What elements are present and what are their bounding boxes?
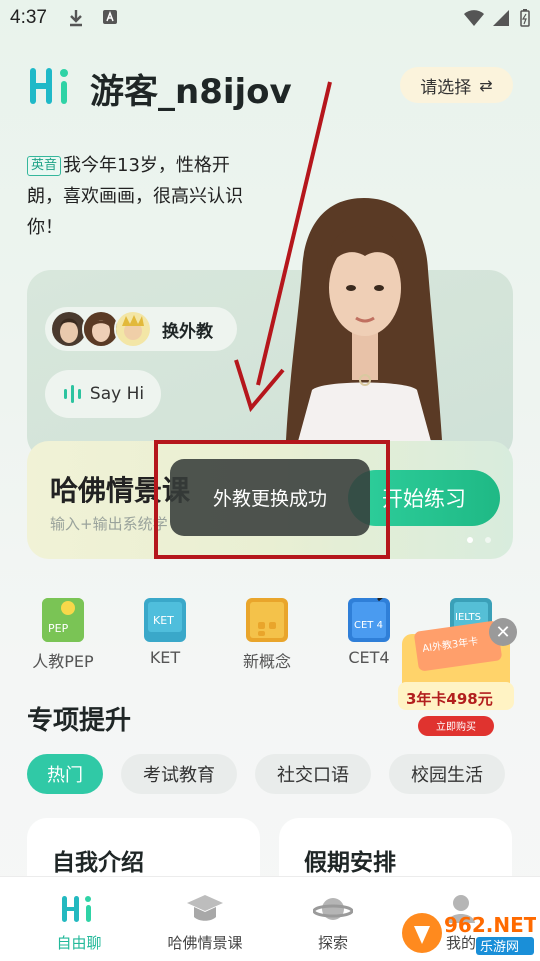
close-icon[interactable]: ✕	[489, 618, 517, 646]
select-teacher-button[interactable]: 请选择 ⇄	[400, 67, 513, 103]
svg-text:CET 4: CET 4	[354, 620, 383, 631]
switch-teacher-button[interactable]: 换外教	[45, 307, 237, 351]
page-dot-active	[467, 537, 473, 543]
nav-free-chat[interactable]: 自由聊	[24, 892, 134, 953]
course-new-concept[interactable]: 新概念	[227, 598, 307, 672]
avatar	[114, 310, 152, 348]
promo-buy-button[interactable]: 立即购买	[420, 718, 492, 733]
app-notification-icon	[102, 9, 120, 27]
switch-teacher-label: 换外教	[162, 321, 213, 342]
user-name: 游客_n8ijov	[90, 72, 292, 112]
status-time: 4:37	[10, 7, 47, 28]
chip-exam[interactable]: 考试教育	[121, 754, 237, 794]
svg-text:KET: KET	[153, 614, 174, 627]
course-label: 人教PEP	[32, 652, 94, 671]
teacher-portrait	[282, 190, 447, 445]
hi-icon	[24, 892, 134, 926]
course-ket[interactable]: KET KET	[125, 598, 205, 667]
topic-title: 自我介绍	[52, 850, 144, 876]
chip-hot[interactable]: 热门	[27, 754, 103, 794]
status-bar: 4:37	[0, 0, 540, 36]
svg-text:乐游网: 乐游网	[480, 940, 519, 955]
nav-label: 探索	[317, 934, 348, 952]
say-hi-button[interactable]: Say Hi	[45, 370, 161, 418]
chip-campus[interactable]: 校园生活	[389, 754, 505, 794]
page-dot	[485, 537, 491, 543]
signal-icon	[492, 9, 510, 27]
swap-icon: ⇄	[479, 75, 493, 95]
watermark-logo: 962.NET 乐游网	[400, 910, 538, 956]
course-label: KET	[149, 648, 181, 667]
nav-explore[interactable]: 探索	[278, 892, 388, 953]
download-icon	[68, 9, 86, 27]
course-pep[interactable]: PEP 人教PEP	[23, 598, 103, 672]
cet4-book-icon: CET 4	[348, 590, 390, 642]
hi-logo-icon	[28, 66, 78, 106]
say-hi-label: Say Hi	[89, 384, 145, 404]
banner-subtitle: 输入+输出系统学	[50, 515, 168, 533]
ket-book-icon: KET	[144, 598, 186, 642]
nav-label: 自由聊	[56, 934, 102, 952]
chip-social[interactable]: 社交口语	[255, 754, 371, 794]
svg-text:PEP: PEP	[48, 622, 69, 635]
accent-badge: 英音	[27, 156, 62, 176]
promo-price: 3年卡498元	[406, 690, 493, 708]
pep-book-icon: PEP	[42, 598, 84, 642]
topic-title: 假期安排	[304, 850, 396, 876]
voice-wave-icon	[63, 385, 81, 403]
nav-harvard[interactable]: 哈佛情景课	[150, 892, 260, 953]
course-label: 新概念	[242, 652, 291, 671]
teacher-intro: 英音 我今年13岁，性格开朗，喜欢画画，很高兴认识你！	[27, 150, 257, 243]
battery-icon	[520, 9, 538, 27]
graduation-cap-icon	[150, 892, 260, 926]
new-concept-book-icon	[246, 598, 288, 642]
planet-icon	[278, 892, 388, 926]
wifi-icon	[463, 9, 484, 27]
select-label: 请选择	[420, 77, 472, 98]
nav-label: 哈佛情景课	[167, 934, 243, 952]
section-title: 专项提升	[27, 706, 132, 736]
svg-text:962.NET: 962.NET	[444, 913, 536, 937]
annotation-highlight-box	[154, 440, 390, 559]
